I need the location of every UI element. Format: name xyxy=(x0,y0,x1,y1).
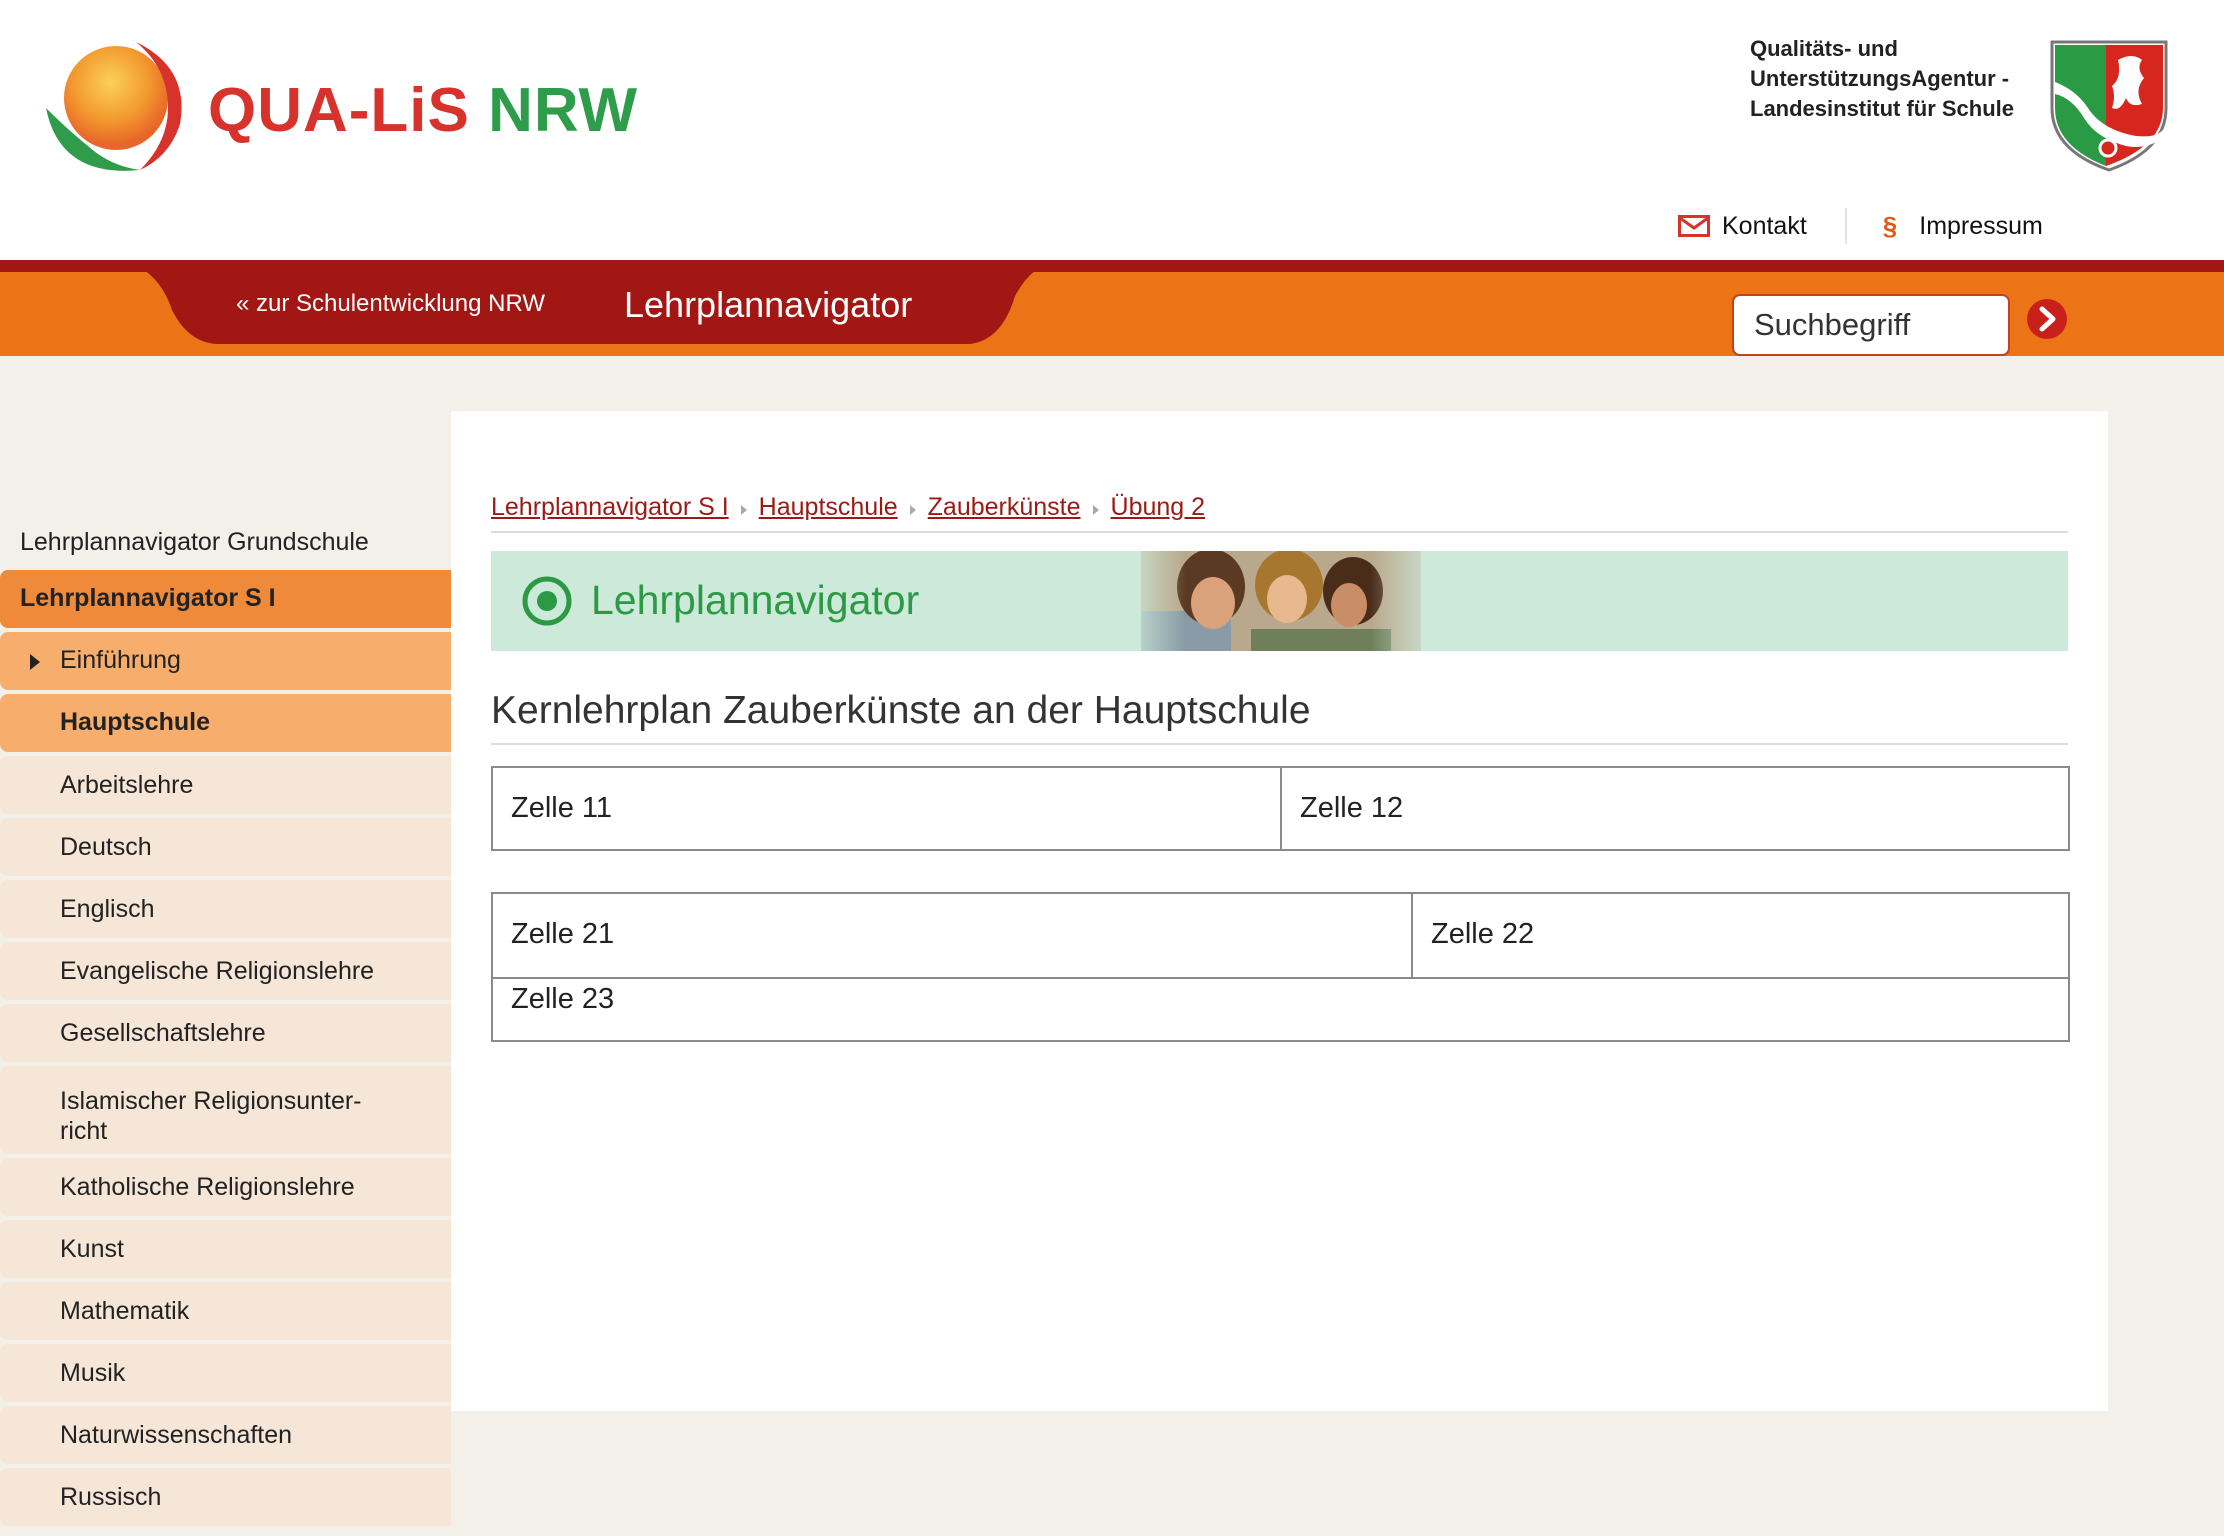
search-submit-icon[interactable] xyxy=(2026,298,2068,340)
impressum-label: Impressum xyxy=(1919,211,2043,240)
sidebar-item-hauptschule[interactable]: Hauptschule xyxy=(0,694,451,752)
breadcrumb-separator-icon xyxy=(740,505,747,515)
content-table-1: Zelle 11 Zelle 12 xyxy=(491,766,2070,851)
sidebar-item-lehrplannavigator-s1[interactable]: Lehrplannavigator S I xyxy=(0,570,451,628)
sidebar-item-arbeitslehre[interactable]: Arbeitslehre xyxy=(0,756,451,814)
brand-part-1: QUA-LiS xyxy=(208,76,470,145)
sidebar-item-label: Deutsch xyxy=(60,833,152,861)
sidebar-item-label: Hauptschule xyxy=(60,708,211,736)
table-cell: Zelle 11 xyxy=(493,768,1282,849)
sidebar-item-ev-religionslehre[interactable]: Evangelische Religionslehre xyxy=(0,942,451,1000)
content-table-2: Zelle 21 Zelle 22 Zelle 23 xyxy=(491,892,2070,1042)
kontakt-label: Kontakt xyxy=(1722,211,1807,240)
sidebar-item-grundschule[interactable]: Lehrplannavigator Grundschule xyxy=(0,514,451,570)
breadcrumb-link[interactable]: Hauptschule xyxy=(759,493,898,522)
sidebar-item-label: richt xyxy=(60,1117,108,1145)
sidebar-item-deutsch[interactable]: Deutsch xyxy=(0,818,451,876)
table-cell: Zelle 12 xyxy=(1300,792,1404,824)
sidebar-item-naturwissenschaften[interactable]: Naturwissenschaften xyxy=(0,1406,451,1464)
breadcrumb-link[interactable]: Zauberkünste xyxy=(928,493,1081,522)
search-input[interactable] xyxy=(1732,294,2010,356)
agency-line: UnterstützungsAgentur - xyxy=(1750,66,2010,91)
sidebar-item-einfuehrung[interactable]: Einführung xyxy=(0,632,451,690)
sidebar-item-label: Arbeitslehre xyxy=(60,771,194,799)
kontakt-link[interactable]: Kontakt xyxy=(1678,212,1807,241)
banner-title: Lehrplannavigator xyxy=(591,577,920,623)
back-to-schulentwicklung-link[interactable]: « zur Schulentwicklung NRW xyxy=(236,290,545,318)
sidebar-item-label: Katholische Religionslehre xyxy=(60,1173,355,1201)
sidebar-nav: Lehrplannavigator Grundschule Lehrplanna… xyxy=(0,514,451,1530)
sidebar-item-gesellschaftslehre[interactable]: Gesellschaftslehre xyxy=(0,1004,451,1062)
breadcrumb-separator-icon xyxy=(909,505,916,515)
section-banner: Lehrplannavigator xyxy=(491,551,2068,651)
nav-title[interactable]: Lehrplannavigator xyxy=(624,284,912,326)
sidebar-item-musik[interactable]: Musik xyxy=(0,1344,451,1402)
mail-icon xyxy=(1678,215,1710,237)
table-cell: Zelle 23 xyxy=(511,983,615,1015)
divider xyxy=(1844,208,1847,244)
agency-line: Landesinstitut für Schule xyxy=(1750,96,2015,121)
top-links: Kontakt § Impressum xyxy=(1678,206,2043,246)
target-icon xyxy=(522,576,572,626)
sidebar-item-label: Lehrplannavigator S I xyxy=(20,584,276,612)
sidebar-item-label: Englisch xyxy=(60,895,155,923)
sidebar-item-label: Russisch xyxy=(60,1483,162,1511)
brand-part-2: NRW xyxy=(488,76,639,145)
sidebar-item-label: Islamischer Religionsunter- xyxy=(60,1087,362,1115)
students-photo xyxy=(1121,551,1441,651)
paragraph-icon: § xyxy=(1882,210,1898,241)
sidebar-item-label: Gesellschaftslehre xyxy=(60,1019,266,1047)
sidebar-item-mathematik[interactable]: Mathematik xyxy=(0,1282,451,1340)
breadcrumb-separator-icon xyxy=(1092,505,1099,515)
nrw-crest-icon xyxy=(2050,40,2168,172)
table-cell: Zelle 22 xyxy=(1431,918,1535,950)
sidebar-item-label: Einführung xyxy=(60,646,181,674)
qualis-logo[interactable] xyxy=(40,38,200,183)
sidebar-item-label: Lehrplannavigator Grundschule xyxy=(20,528,369,556)
table-row: Zelle 21 Zelle 22 xyxy=(493,894,2068,979)
sidebar-item-label: Kunst xyxy=(60,1235,124,1263)
main-content: Lehrplannavigator S I Hauptschule Zauber… xyxy=(451,411,2108,1411)
table-cell: Zelle 21 xyxy=(493,894,1413,977)
sidebar-item-kath-religionslehre[interactable]: Katholische Religionslehre xyxy=(0,1158,451,1216)
breadcrumb: Lehrplannavigator S I Hauptschule Zauber… xyxy=(491,493,2068,533)
sidebar-item-label: Evangelische Religionslehre xyxy=(60,957,375,985)
sidebar-item-label: Musik xyxy=(60,1359,126,1387)
sidebar-item-label: Mathematik xyxy=(60,1297,190,1325)
sidebar-item-label: Naturwissenschaften xyxy=(60,1421,293,1449)
breadcrumb-link[interactable]: Lehrplannavigator S I xyxy=(491,493,729,522)
sidebar-item-englisch[interactable]: Englisch xyxy=(0,880,451,938)
agency-line: Qualitäts- und xyxy=(1750,36,1898,61)
sidebar-item-kunst[interactable]: Kunst xyxy=(0,1220,451,1278)
site-header: QUA-LiS NRW Qualitäts- und Unterstützung… xyxy=(0,0,2224,260)
breadcrumb-link[interactable]: Übung 2 xyxy=(1111,493,1206,522)
expand-arrow-icon xyxy=(30,654,40,670)
agency-name: Qualitäts- und UnterstützungsAgentur - L… xyxy=(1750,34,2040,124)
sidebar-item-islam-religionsunterricht[interactable]: Islamischer Religionsunter- richt xyxy=(0,1066,451,1154)
sidebar-item-russisch[interactable]: Russisch xyxy=(0,1468,451,1526)
impressum-link[interactable]: § Impressum xyxy=(1883,211,2043,242)
page-title: Kernlehrplan Zauberkünste an der Hauptsc… xyxy=(491,689,2068,745)
brand-name[interactable]: QUA-LiS NRW xyxy=(208,75,638,146)
